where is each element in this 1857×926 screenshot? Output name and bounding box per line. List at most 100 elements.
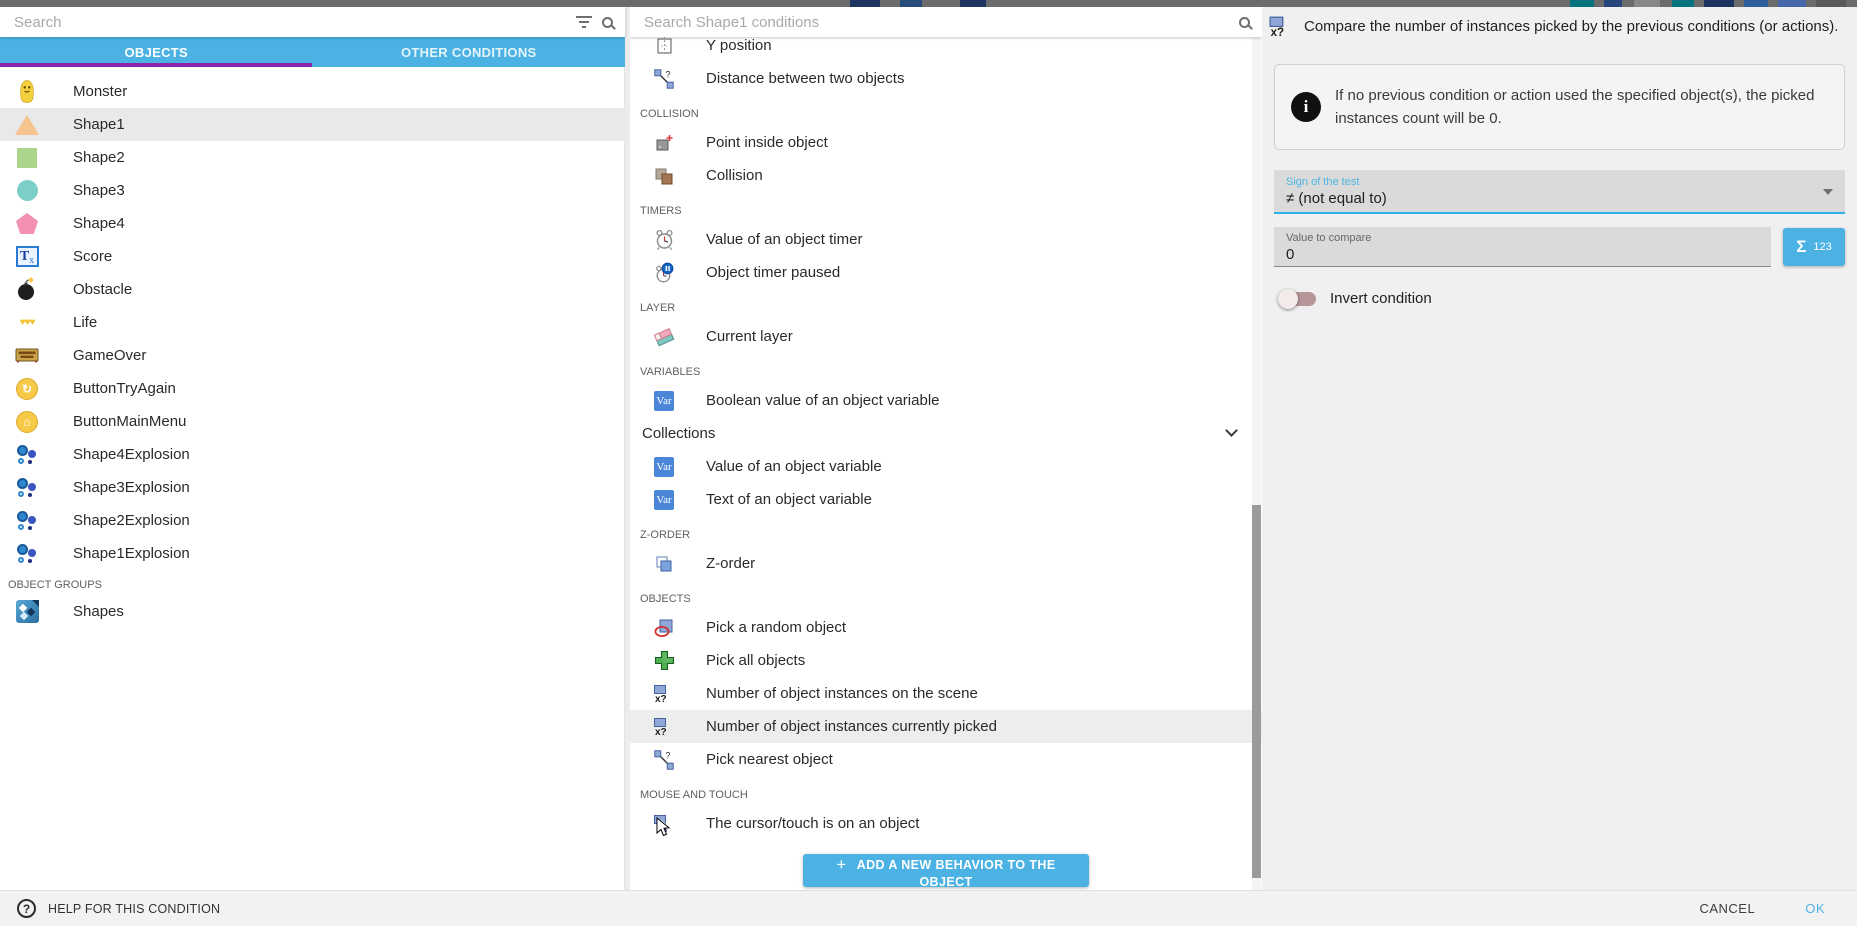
square-icon [14, 144, 40, 172]
object-label: Shapes [73, 603, 124, 620]
condition-item[interactable]: ?Pick nearest object [630, 743, 1262, 776]
condition-label: Value of an object timer [706, 231, 862, 248]
object-label: Shape4Explosion [73, 446, 190, 463]
object-list-item[interactable]: Shape2Explosion [0, 504, 625, 537]
condition-item[interactable]: VarBoolean value of an object variable [630, 384, 1262, 417]
sign-of-test-select[interactable]: Sign of the test ≠ (not equal to) [1274, 170, 1845, 214]
object-label: Shape1Explosion [73, 545, 190, 562]
distance-icon: ? [653, 67, 675, 91]
object-list-item[interactable]: ↻ButtonTryAgain [0, 372, 625, 405]
condition-label: The cursor/touch is on an object [706, 815, 919, 832]
invert-condition-toggle[interactable] [1280, 292, 1316, 306]
search-icon[interactable] [602, 17, 613, 28]
scrollbar-thumb[interactable] [1252, 505, 1261, 878]
info-icon: i [1291, 92, 1321, 122]
timer-icon [653, 228, 675, 252]
object-list-item[interactable]: Obstacle [0, 273, 625, 306]
variable-icon: Var [653, 389, 675, 413]
object-list-item[interactable]: Shape3Explosion [0, 471, 625, 504]
z-order-icon [653, 552, 675, 576]
instances-count-icon: x? [1268, 14, 1293, 39]
condition-item[interactable]: The cursor/touch is on an object [630, 807, 1262, 840]
object-list-item[interactable]: ⌂ ButtonMainMenu [0, 405, 625, 438]
condition-search-input[interactable] [642, 13, 1229, 32]
search-icon[interactable] [1239, 17, 1250, 28]
object-label: Shape2Explosion [73, 512, 190, 529]
condition-item[interactable]: Var Value of an object variable [630, 450, 1262, 483]
object-search-bar [0, 7, 625, 37]
background-fragment [1778, 0, 1806, 7]
particles-icon [14, 474, 40, 502]
scrollbar[interactable] [1252, 37, 1261, 890]
condition-label: Object timer paused [706, 264, 840, 281]
object-list-item[interactable]: GameOver [0, 339, 625, 372]
condition-label: Z-order [706, 555, 755, 572]
sign-of-test-value: ≠ (not equal to) [1286, 190, 1833, 207]
condition-item[interactable]: Current layer [630, 320, 1262, 353]
condition-item[interactable]: Collision [630, 159, 1262, 192]
cancel-button[interactable]: CANCEL [1693, 900, 1761, 917]
condition-item[interactable]: Point inside object [630, 126, 1262, 159]
background-fragment [1704, 0, 1734, 7]
invert-condition-row[interactable]: Invert condition [1276, 290, 1432, 307]
object-label: ButtonMainMenu [73, 413, 186, 430]
object-label: ButtonTryAgain [73, 380, 176, 397]
sign-of-test-label: Sign of the test [1286, 176, 1833, 188]
particles-icon [14, 540, 40, 568]
filter-icon[interactable] [576, 16, 592, 28]
object-list-item[interactable]: ♥♥♥Life [0, 306, 625, 339]
sigma-caption: 123 [1813, 241, 1831, 253]
condition-label: Value of an object variable [706, 458, 882, 475]
object-list-item[interactable]: Shape1Explosion [0, 537, 625, 570]
condition-item[interactable]: Pick all objects [630, 644, 1262, 677]
condition-item[interactable]: Pick a random object [630, 611, 1262, 644]
condition-category-header: Z-ORDER [630, 516, 1262, 547]
object-list-item[interactable]: Shape4Explosion [0, 438, 625, 471]
help-icon[interactable]: ? [17, 899, 36, 918]
add-behavior-label: ADD A NEW BEHAVIOR TO THE OBJECT [857, 858, 1056, 889]
svg-text:?: ? [666, 750, 671, 760]
home-button-icon: ⌂ [14, 408, 40, 436]
object-list-item[interactable]: Shape3 [0, 174, 625, 207]
invert-condition-label: Invert condition [1330, 290, 1432, 307]
object-list-item[interactable]: Shape1 [0, 108, 625, 141]
object-group-item[interactable]: Shapes [0, 595, 625, 628]
particles-icon [14, 507, 40, 535]
background-fragment [900, 0, 922, 7]
help-link[interactable]: HELP FOR THIS CONDITION [48, 902, 220, 916]
ok-button[interactable]: OK [1799, 900, 1831, 917]
tab-other-conditions[interactable]: OTHER CONDITIONS [313, 37, 626, 67]
pentagon-icon [14, 210, 40, 238]
background-fragment [960, 0, 986, 7]
condition-item[interactable]: x?Number of object instances on the scen… [630, 677, 1262, 710]
add-behavior-button[interactable]: +ADD A NEW BEHAVIOR TO THE OBJECT [803, 854, 1089, 887]
conditions-panel: Y position?Distance between two objectsC… [630, 7, 1262, 890]
value-to-compare-field[interactable]: Value to compare 0 [1274, 227, 1771, 267]
condition-item[interactable]: Z-order [630, 547, 1262, 580]
circle-icon [14, 177, 40, 205]
object-list-item[interactable]: Monster [0, 75, 625, 108]
object-list-item[interactable]: TxScore [0, 240, 625, 273]
timer-paused-icon [653, 261, 675, 285]
variable-icon: Var [653, 455, 675, 479]
condition-subgroup[interactable]: Collections [630, 417, 1262, 450]
condition-item[interactable]: Object timer paused [630, 256, 1262, 289]
condition-details-panel: x? Compare the number of instances picke… [1262, 7, 1857, 890]
condition-item[interactable]: VarText of an object variable [630, 483, 1262, 516]
condition-category-header: VARIABLES [630, 353, 1262, 384]
object-list-item[interactable]: Shape2 [0, 141, 625, 174]
condition-label: Point inside object [706, 134, 828, 151]
object-search-input[interactable] [12, 13, 568, 32]
mouse-cursor [656, 817, 670, 838]
variable-icon: Var [653, 488, 675, 512]
expression-builder-button[interactable]: Σ 123 [1783, 228, 1845, 266]
condition-item[interactable]: ?Distance between two objects [630, 62, 1262, 95]
condition-item[interactable]: x?Number of object instances currently p… [630, 710, 1262, 743]
object-label: GameOver [73, 347, 146, 364]
condition-label: Number of object instances on the scene [706, 685, 978, 702]
object-list-item[interactable]: Shape4 [0, 207, 625, 240]
info-box: i If no previous condition or action use… [1274, 64, 1845, 150]
sigma-icon: Σ [1796, 237, 1806, 257]
object-label: Obstacle [73, 281, 132, 298]
condition-item[interactable]: Value of an object timer [630, 223, 1262, 256]
